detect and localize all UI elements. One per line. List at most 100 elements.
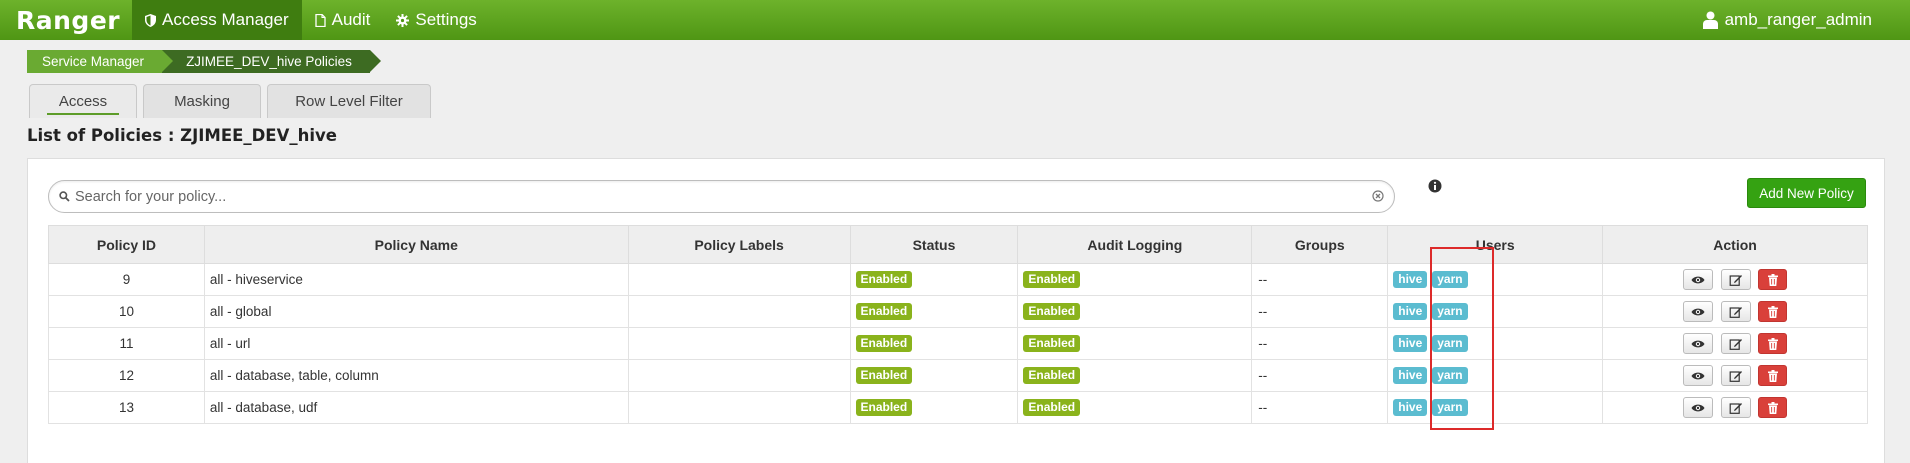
users-cell: hive yarn [1387, 263, 1604, 296]
user-badge: hive [1393, 367, 1428, 384]
trash-icon [1767, 401, 1778, 414]
search-input[interactable] [75, 186, 1345, 207]
delete-policy-button[interactable] [1758, 301, 1788, 322]
brand-logo[interactable]: Ranger [0, 6, 132, 35]
audit-logging-badge: Enabled [1023, 399, 1081, 416]
status-cell: Enabled [849, 391, 1019, 424]
action-cell [1602, 263, 1868, 296]
trash-icon [1767, 273, 1778, 286]
search-icon [59, 191, 70, 202]
audit-logging-badge: Enabled [1023, 303, 1081, 320]
policy-id-link[interactable]: 9 [48, 263, 205, 296]
action-cell [1602, 359, 1868, 392]
user-badge: hive [1393, 399, 1428, 416]
edit-icon [1729, 274, 1742, 286]
nav-access-manager[interactable]: Access Manager [132, 0, 302, 40]
delete-policy-button[interactable] [1758, 397, 1788, 418]
info-icon[interactable] [1428, 179, 1442, 193]
policy-name: all - hiveservice [203, 263, 629, 296]
user-menu[interactable]: amb_ranger_admin [1702, 0, 1872, 40]
nav-access-manager-label: Access Manager [162, 10, 289, 29]
users-cell: hive yarn [1387, 359, 1604, 392]
edit-icon [1729, 370, 1742, 382]
policy-name: all - url [203, 327, 629, 360]
trash-icon [1767, 305, 1778, 318]
top-navbar: Ranger Access Manager Audit Settings amb… [0, 0, 1910, 40]
groups-cell: -- [1251, 327, 1389, 360]
edit-icon [1729, 402, 1742, 414]
view-policy-button[interactable] [1682, 269, 1713, 290]
action-cell [1602, 327, 1868, 360]
header-audit-logging: Audit Logging [1017, 225, 1253, 264]
status-badge: Enabled [855, 399, 913, 416]
header-policy-id[interactable]: Policy ID [48, 225, 205, 264]
groups-cell: -- [1251, 263, 1389, 296]
policy-id-link[interactable]: 11 [48, 327, 205, 360]
status-cell: Enabled [849, 327, 1019, 360]
policy-id-link[interactable]: 10 [48, 295, 205, 328]
delete-policy-button[interactable] [1758, 333, 1788, 354]
view-policy-button[interactable] [1682, 333, 1713, 354]
clear-search-icon[interactable] [1372, 190, 1384, 202]
nav-settings[interactable]: Settings [383, 0, 489, 40]
groups-cell: -- [1251, 359, 1389, 392]
gear-icon [396, 13, 410, 27]
user-badge: hive [1393, 271, 1428, 288]
shield-icon [145, 13, 156, 27]
audit-logging-badge: Enabled [1023, 335, 1081, 352]
document-icon [314, 13, 326, 27]
status-cell: Enabled [849, 263, 1019, 296]
groups-cell: -- [1251, 391, 1389, 424]
add-new-policy-button[interactable]: Add New Policy [1747, 178, 1866, 208]
trash-icon [1767, 369, 1778, 382]
audit-cell: Enabled [1017, 295, 1253, 328]
header-users: Users [1387, 225, 1604, 264]
header-policy-name[interactable]: Policy Name [203, 225, 629, 264]
policy-name: all - global [203, 295, 629, 328]
policy-labels [627, 359, 851, 392]
user-badge: hive [1393, 335, 1428, 352]
policy-id-link[interactable]: 12 [48, 359, 205, 392]
breadcrumb-service-manager[interactable]: Service Manager [27, 50, 174, 73]
policy-id-link[interactable]: 13 [48, 391, 205, 424]
table-row: 9 all - hiveservice Enabled Enabled -- h… [48, 263, 1868, 296]
action-cell [1602, 391, 1868, 424]
edit-policy-button[interactable] [1720, 365, 1751, 386]
edit-policy-button[interactable] [1720, 397, 1751, 418]
nav-settings-label: Settings [415, 10, 477, 29]
edit-policy-button[interactable] [1720, 333, 1751, 354]
search-box[interactable] [48, 180, 1395, 213]
nav-audit[interactable]: Audit [302, 0, 384, 40]
header-action: Action [1602, 225, 1868, 264]
delete-policy-button[interactable] [1758, 365, 1788, 386]
breadcrumb-current-policies: ZJIMEE_DEV_hive Policies [162, 50, 381, 73]
policy-tabs: Access Masking Row Level Filter [29, 84, 437, 118]
view-policy-button[interactable] [1682, 397, 1713, 418]
table-row: 10 all - global Enabled Enabled -- hive y… [48, 295, 1868, 328]
tab-row-level-filter[interactable]: Row Level Filter [267, 84, 431, 118]
view-policy-button[interactable] [1682, 301, 1713, 322]
status-badge: Enabled [855, 271, 913, 288]
tab-access[interactable]: Access [29, 84, 137, 118]
users-cell: hive yarn [1387, 327, 1604, 360]
edit-policy-button[interactable] [1720, 301, 1751, 322]
tab-masking[interactable]: Masking [143, 84, 261, 118]
eye-icon [1691, 340, 1705, 347]
table-row: 12 all - database, table, column Enabled… [48, 359, 1868, 392]
edit-icon [1729, 338, 1742, 350]
view-policy-button[interactable] [1682, 365, 1713, 386]
audit-logging-badge: Enabled [1023, 271, 1081, 288]
user-badge: hive [1393, 303, 1428, 320]
breadcrumb: Service Manager ZJIMEE_DEV_hive Policies [27, 50, 381, 73]
eye-icon [1691, 276, 1705, 283]
edit-policy-button[interactable] [1720, 269, 1751, 290]
header-status: Status [849, 225, 1019, 264]
user-icon [1702, 11, 1718, 29]
table-header-row: Policy ID Policy Name Policy Labels Stat… [48, 225, 1868, 264]
audit-logging-badge: Enabled [1023, 367, 1081, 384]
users-highlight-box [1430, 247, 1494, 430]
delete-policy-button[interactable] [1758, 269, 1788, 290]
header-policy-labels: Policy Labels [627, 225, 851, 264]
page-title: List of Policies : ZJIMEE_DEV_hive [27, 126, 337, 145]
users-cell: hive yarn [1387, 391, 1604, 424]
